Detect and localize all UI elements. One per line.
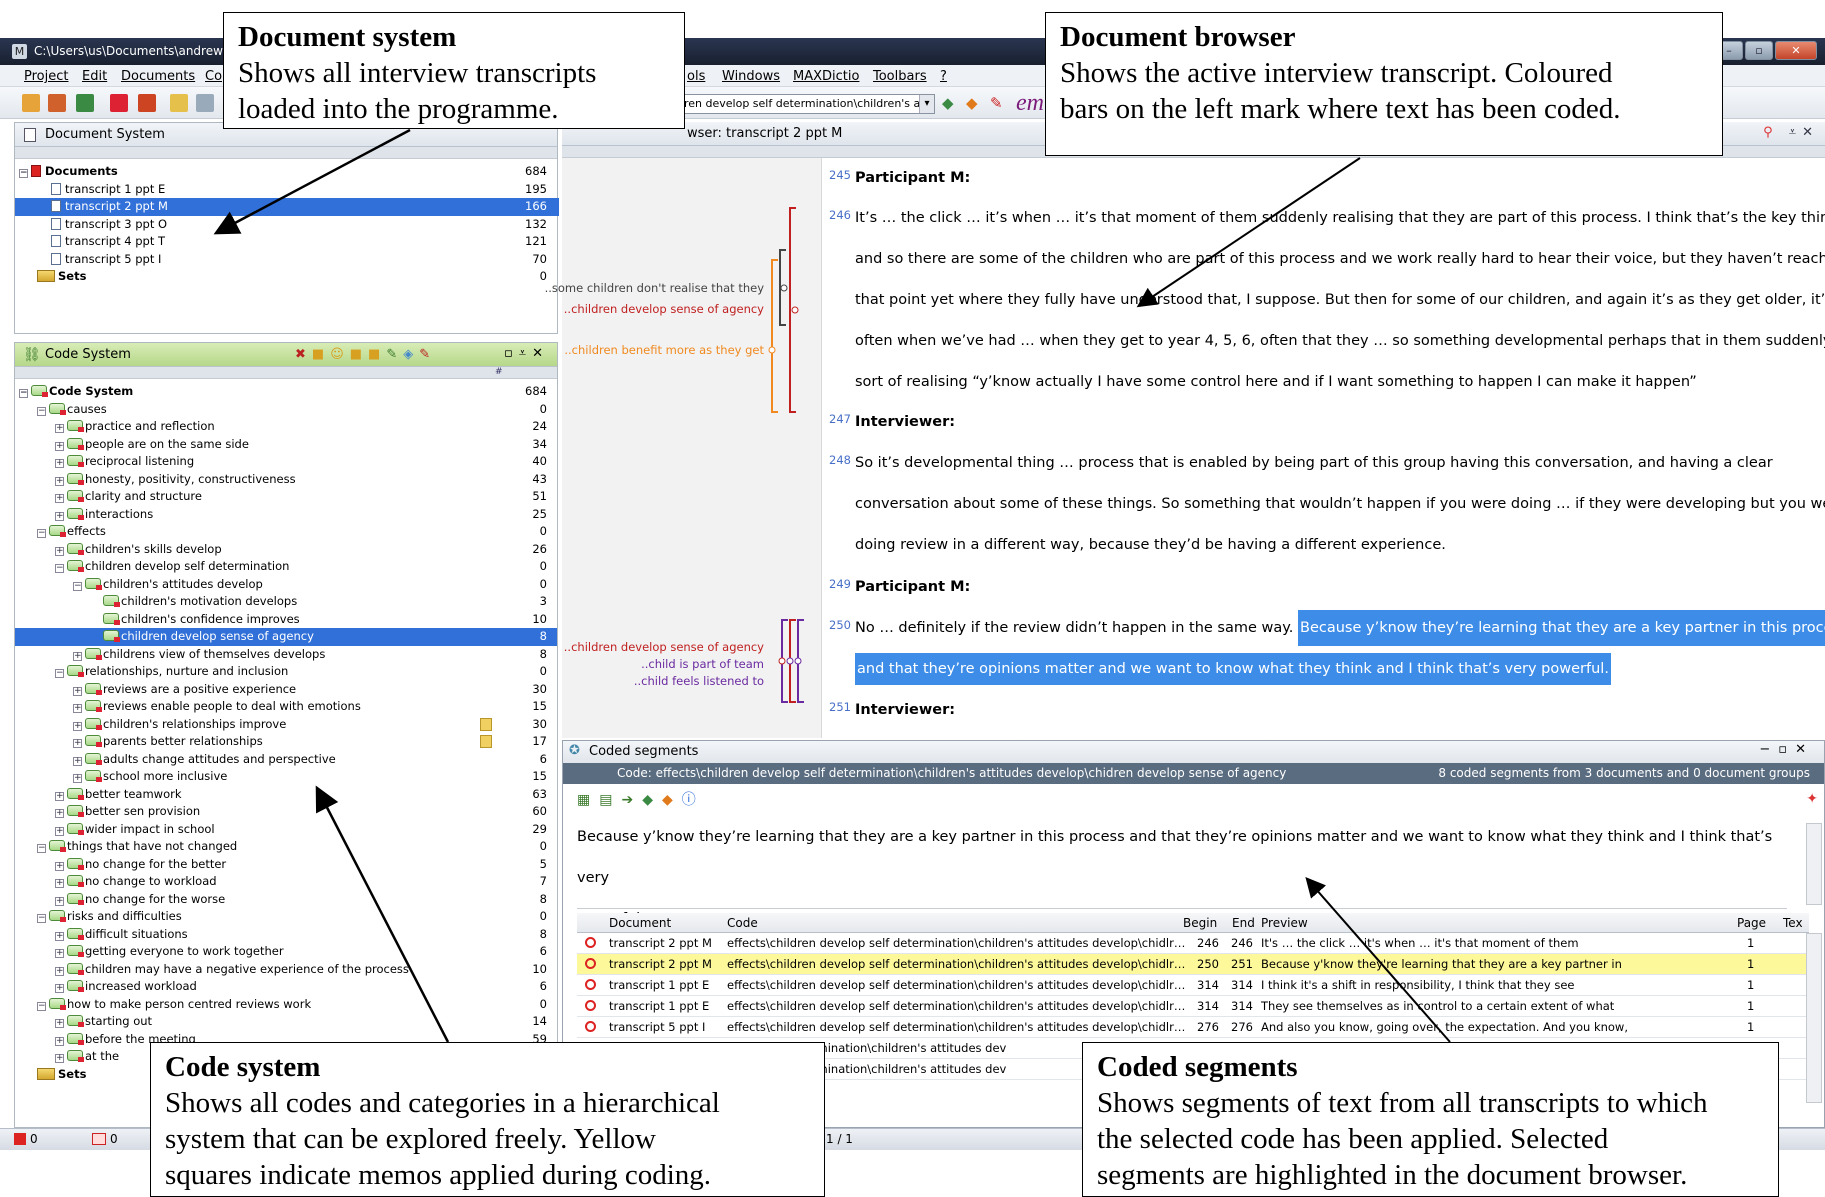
arrow-document-browser [1136,157,1361,308]
arrow-code-system [315,785,450,1043]
arrow-coded-segments [1305,876,1451,1043]
callout-arrows [213,128,1451,1043]
arrow-document-system [213,128,411,235]
